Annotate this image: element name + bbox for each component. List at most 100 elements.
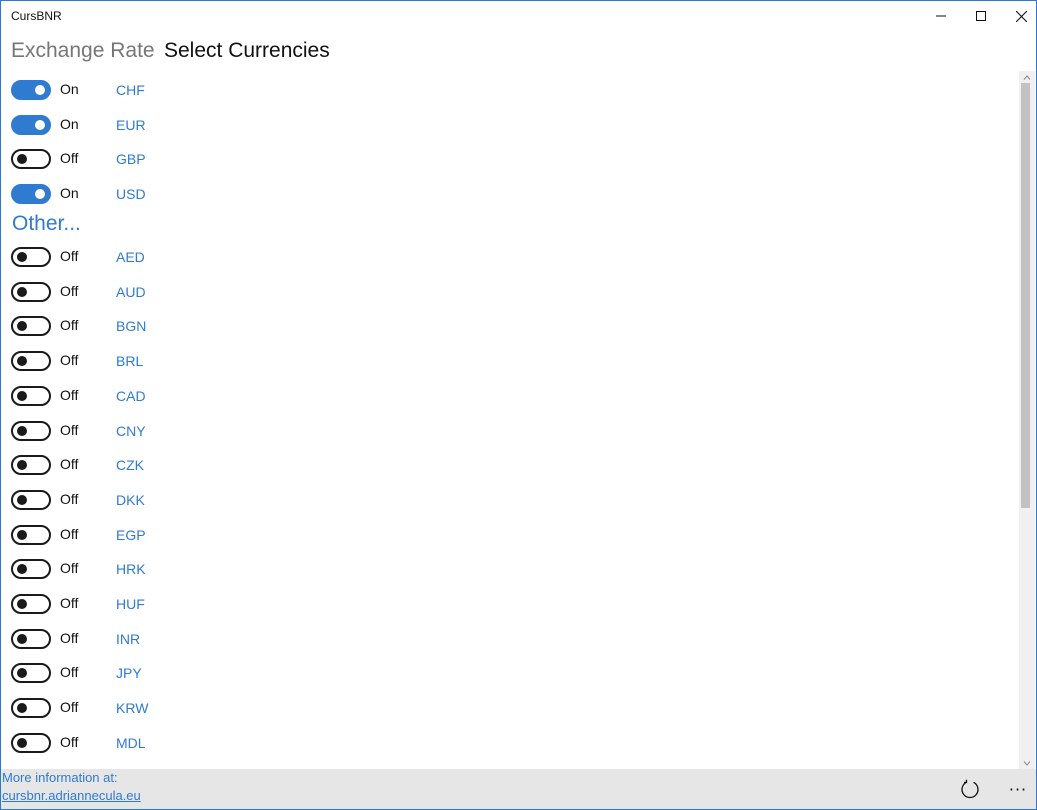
currency-code: EUR <box>116 116 146 133</box>
currency-code: KRW <box>116 700 149 717</box>
toggle-knob <box>17 599 27 609</box>
currency-toggle-inr[interactable] <box>11 628 51 649</box>
toggle-knob <box>17 668 27 679</box>
currency-row: On USD <box>11 175 311 209</box>
currency-row: Off AED <box>11 238 311 272</box>
tab-exchange-rate[interactable]: Exchange Rate <box>11 39 155 63</box>
currency-toggle-jpy[interactable] <box>11 663 51 684</box>
scroll-down-button[interactable] <box>1019 757 1035 769</box>
toggle-state-label: Off <box>60 282 79 299</box>
toggle-knob <box>35 189 45 200</box>
toggle-state-label: On <box>60 81 79 97</box>
toggle-state-label: Off <box>60 386 79 403</box>
toggle-state-label: Off <box>60 699 79 716</box>
currency-code: DKK <box>116 491 145 508</box>
info-link[interactable]: cursbnr.adriannecula.eu <box>2 788 141 803</box>
currency-toggle-chf[interactable] <box>11 80 51 100</box>
toggle-knob <box>17 425 27 436</box>
toggle-knob <box>17 286 27 297</box>
toggle-knob <box>17 321 27 332</box>
currency-code: CZK <box>116 457 144 474</box>
currency-code: AUD <box>116 283 146 300</box>
currency-code: MDL <box>116 734 146 751</box>
tab-select-currencies[interactable]: Select Currencies <box>164 39 330 63</box>
toggle-state-label: Off <box>60 525 79 542</box>
toggle-state-label: Off <box>60 352 79 369</box>
minimize-button[interactable] <box>921 1 961 31</box>
currency-toggle-dkk[interactable] <box>11 489 51 510</box>
toggle-state-label: On <box>60 115 79 132</box>
currency-row: Off JPY <box>11 654 311 688</box>
currency-code: HUF <box>116 596 145 612</box>
vertical-scrollbar[interactable] <box>1019 71 1035 769</box>
currency-row: Off DKK <box>11 481 311 515</box>
currency-toggle-krw[interactable] <box>11 698 51 719</box>
scroll-thumb[interactable] <box>1021 83 1030 508</box>
app-window: CursBNR Exchange Rate Select Currencies … <box>0 0 1037 810</box>
currency-code: CHF <box>116 82 145 98</box>
currency-toggle-cny[interactable] <box>11 420 51 441</box>
toggle-state-label: Off <box>60 595 79 611</box>
currency-code: GBP <box>116 151 146 168</box>
currency-toggle-hrk[interactable] <box>11 559 51 580</box>
toggle-knob <box>35 85 45 95</box>
toggle-knob <box>17 703 27 714</box>
toggle-state-label: Off <box>60 150 79 167</box>
currency-row: Off BGN <box>11 307 311 341</box>
toggle-knob <box>17 356 27 367</box>
toggle-knob <box>17 737 27 748</box>
currency-row: On CHF <box>11 71 311 105</box>
currency-code: BGN <box>116 318 147 335</box>
toggle-knob <box>17 494 27 505</box>
toggle-state-label: Off <box>60 490 79 507</box>
toggle-state-label: Off <box>60 456 79 473</box>
currency-row: Off HRK <box>11 550 311 584</box>
toggle-knob <box>17 154 27 165</box>
toggle-knob <box>17 633 27 644</box>
close-button[interactable] <box>1001 1 1037 31</box>
currency-code: INR <box>116 630 141 647</box>
toggle-knob <box>17 252 27 262</box>
toggle-knob <box>35 119 45 130</box>
currency-toggle-mdl[interactable] <box>11 732 51 753</box>
close-icon <box>1015 10 1027 22</box>
currency-toggle-czk[interactable] <box>11 455 51 476</box>
toggle-state-label: Off <box>60 733 79 750</box>
refresh-button[interactable] <box>951 773 989 805</box>
currency-code: EGP <box>116 526 146 543</box>
title-bar: CursBNR <box>1 1 1036 31</box>
currency-code: JPY <box>116 665 142 682</box>
chevron-up-icon <box>1023 74 1031 80</box>
currency-toggle-bgn[interactable] <box>11 316 51 337</box>
currency-toggle-aed[interactable] <box>11 247 51 267</box>
currency-toggle-huf[interactable] <box>11 594 51 614</box>
currency-list: On CHF On EUR Off GBP On USD Other... Off AED Off… <box>1 71 1019 767</box>
more-button[interactable]: ··· <box>1001 773 1035 805</box>
refresh-icon <box>961 779 979 799</box>
currency-row: Off HUF <box>11 585 311 619</box>
currency-toggle-egp[interactable] <box>11 524 51 545</box>
toggle-state-label: On <box>60 185 79 202</box>
currency-row: On EUR <box>11 106 311 140</box>
currency-toggle-gbp[interactable] <box>11 149 51 170</box>
toggle-state-label: Off <box>60 317 79 334</box>
app-title: CursBNR <box>11 9 62 23</box>
currency-row: Off BRL <box>11 342 311 376</box>
currency-row: Off MDL <box>11 724 311 758</box>
currency-row: Off KRW <box>11 689 311 723</box>
currency-toggle-cad[interactable] <box>11 385 51 406</box>
toggle-knob <box>17 529 27 540</box>
toggle-state-label: Off <box>60 421 79 438</box>
more-info-label: More information at: <box>2 770 118 785</box>
currency-toggle-eur[interactable] <box>11 114 51 135</box>
currency-toggle-usd[interactable] <box>11 184 51 205</box>
toggle-state-label: Off <box>60 248 79 264</box>
chevron-down-icon <box>1023 760 1031 766</box>
currency-toggle-brl[interactable] <box>11 351 51 372</box>
toggle-state-label: Off <box>60 664 79 681</box>
toggle-state-label: Off <box>60 560 79 577</box>
currency-row: Off CZK <box>11 446 311 480</box>
currency-toggle-aud[interactable] <box>11 281 51 302</box>
scroll-up-button[interactable] <box>1019 71 1035 83</box>
maximize-button[interactable] <box>961 1 1001 31</box>
